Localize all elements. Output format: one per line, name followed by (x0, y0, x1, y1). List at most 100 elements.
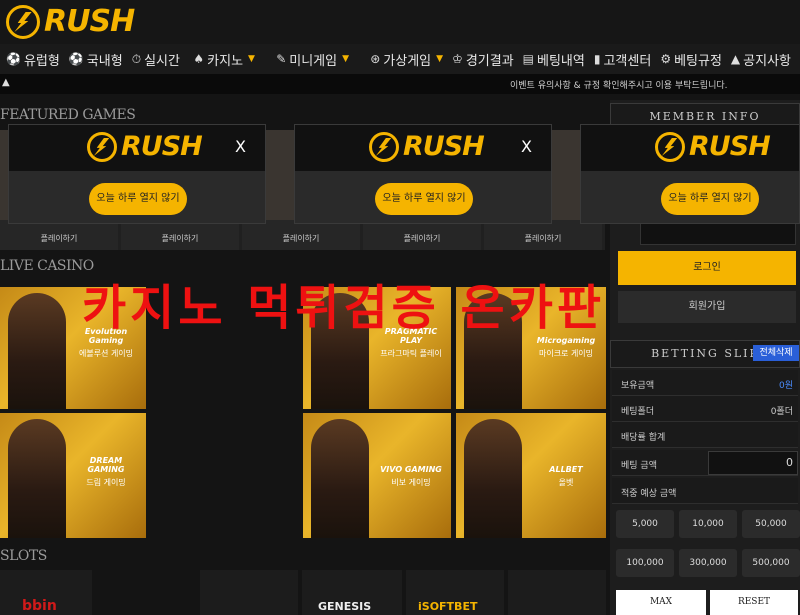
max-button[interactable]: MAX (616, 590, 706, 615)
amount-button[interactable]: 10,000 (679, 510, 737, 538)
slots-title: SLOTS (0, 548, 47, 564)
signup-button[interactable]: 회원가입 (618, 291, 796, 323)
nav-item-minigame[interactable]: ✎ 미니게임 ▼ (276, 50, 349, 69)
expected-win-row: 적중 예상 금액 (612, 478, 798, 504)
cards-icon: ♠ (193, 52, 205, 66)
promo-popup: RUSH X 오늘 하루 열지 않기 (8, 124, 266, 224)
amount-button[interactable]: 100,000 (616, 549, 674, 577)
play-button[interactable]: 플레이하기 (484, 233, 602, 244)
popup-header: RUSH X (9, 125, 265, 171)
pen-icon: ✎ (276, 52, 287, 66)
nav-item-casino[interactable]: ♠ 카지노 ▼ (193, 50, 255, 69)
row-value: 0원 (778, 381, 793, 391)
nav-item-virtual[interactable]: ⊛ 가상게임 ▼ (370, 50, 443, 69)
play-button[interactable]: 플레이하기 (121, 233, 239, 244)
play-button[interactable]: 플레이하기 (363, 233, 481, 244)
close-icon[interactable]: X (235, 137, 246, 156)
popup-header: RUSH X (295, 125, 551, 171)
balance-row: 보유금액 0원 (612, 370, 798, 396)
folder-row: 베팅폴더 0폴더 (612, 396, 798, 422)
popup-logo: RUSH (87, 131, 203, 162)
watermark-text: 카지노 먹튀검증 온카판 (82, 280, 606, 336)
amount-button[interactable]: 300,000 (679, 549, 737, 577)
popup-logo-text: RUSH (403, 131, 485, 162)
slot-card[interactable]: GENESIS (302, 570, 402, 615)
row-label: 적중 예상 금액 (621, 489, 677, 499)
game-label: 프라그마틱 플레이 (380, 349, 442, 358)
chevron-down-icon: ▼ (436, 54, 444, 64)
featured-title: FEATURED GAMES (0, 107, 136, 123)
nav-label: 경기결과 (465, 53, 514, 69)
nav-item-european[interactable]: ⚽ 유럽형 (6, 50, 60, 69)
play-button[interactable]: 플레이하기 (0, 233, 118, 244)
amount-button[interactable]: 50,000 (742, 510, 800, 538)
nav-item-support[interactable]: ▮ 고객센터 (594, 50, 651, 69)
amount-button[interactable]: 500,000 (742, 549, 800, 577)
nav-item-notice[interactable]: ▲ 공지사항 (731, 50, 791, 69)
login-button[interactable]: 로그인 (618, 251, 796, 285)
logo-text: RUSH (44, 4, 135, 39)
popup-logo: RUSH (369, 131, 485, 162)
lightning-logo-icon (655, 131, 685, 162)
slot-card[interactable]: bbin (0, 570, 92, 615)
casino-game-allbet[interactable]: ALLBET 올벳 (456, 413, 606, 538)
row-label: 베팅폴더 (621, 407, 655, 417)
gear-icon: ⚙ (660, 52, 672, 66)
game-label: 올벳 (558, 478, 574, 487)
popup-header: RUSH (581, 125, 799, 171)
slot-card[interactable]: iSOFTBET (406, 570, 504, 615)
close-icon[interactable]: X (521, 137, 532, 156)
dont-show-today-button[interactable]: 오늘 하루 열지 않기 (89, 183, 187, 215)
trophy-icon: ♔ (452, 52, 463, 66)
row-label: 배당률 합계 (621, 433, 666, 443)
nav-label: 국내형 (86, 53, 123, 69)
dealer-image (8, 293, 66, 409)
casino-game-dream[interactable]: DREAM GAMING 드림 게이밍 (0, 413, 146, 538)
live-casino-title: LIVE CASINO (0, 258, 94, 274)
soccer-icon: ⚽ (6, 52, 21, 66)
slot-brand: iSOFTBET (418, 600, 478, 613)
site-logo[interactable]: RUSH (6, 4, 135, 39)
nav-label: 베팅규정 (674, 53, 722, 69)
row-value: 0폴더 (770, 407, 793, 417)
nav-item-results[interactable]: ♔ 경기결과 (452, 50, 514, 69)
chevron-down-icon: ▼ (342, 54, 350, 64)
stopwatch-icon: ⏱ (131, 51, 142, 66)
popup-logo-text: RUSH (689, 131, 771, 162)
nav-label: 유럽형 (23, 53, 60, 69)
soccer-icon: ⚽ (68, 52, 84, 66)
slot-brand: bbin (22, 598, 57, 614)
ticker-message: 이벤트 유의사항 & 규정 확인해주시고 이용 부탁드립니다. (510, 81, 728, 91)
dealer-image (464, 419, 522, 538)
clear-all-button[interactable]: 전체삭제 (753, 345, 799, 361)
nav-item-domestic[interactable]: ⚽ 국내형 (69, 50, 123, 69)
play-button[interactable]: 플레이하기 (242, 233, 360, 244)
bet-amount-input[interactable]: 0 (708, 451, 798, 475)
nav-item-live[interactable]: ⏱ 실시간 (132, 50, 180, 69)
dont-show-today-button[interactable]: 오늘 하루 열지 않기 (661, 183, 759, 215)
reset-button[interactable]: RESET (710, 590, 798, 615)
nav-item-rules[interactable]: ⚙ 베팅규정 (660, 50, 722, 69)
lightning-logo-icon (369, 131, 399, 162)
slot-card[interactable] (200, 570, 298, 615)
game-brand: DREAM GAMING (87, 456, 125, 474)
chevron-down-icon: ▼ (248, 54, 255, 64)
page: RUSH ⚽ 유럽형 ⚽ 국내형 ⏱ 실시간 ♠ 카지노 ▼ ✎ 미니게임 ▼ (0, 0, 800, 615)
slot-brand: GENESIS (318, 600, 372, 613)
slot-card[interactable] (508, 570, 606, 615)
promo-popup: RUSH X 오늘 하루 열지 않기 (294, 124, 552, 224)
list-icon: ▤ (522, 52, 535, 66)
nav-label: 공지사항 (743, 53, 791, 69)
popup-logo: RUSH (655, 131, 771, 162)
nav-item-history[interactable]: ▤ 베팅내역 (523, 50, 585, 69)
odds-total-row: 배당률 합계 (612, 422, 798, 448)
lightning-logo-icon (87, 131, 117, 162)
game-label: 마이크로 게이밍 (538, 349, 594, 358)
nav-label: 카지노 (207, 53, 244, 69)
dont-show-today-button[interactable]: 오늘 하루 열지 않기 (375, 183, 473, 215)
lightning-logo-icon (6, 4, 40, 39)
nav-label: 미니게임 (289, 53, 338, 69)
globe-icon: ⊛ (370, 52, 381, 66)
amount-button[interactable]: 5,000 (616, 510, 674, 538)
casino-game-vivo[interactable]: VIVO GAMING 비보 게이밍 (303, 413, 451, 538)
